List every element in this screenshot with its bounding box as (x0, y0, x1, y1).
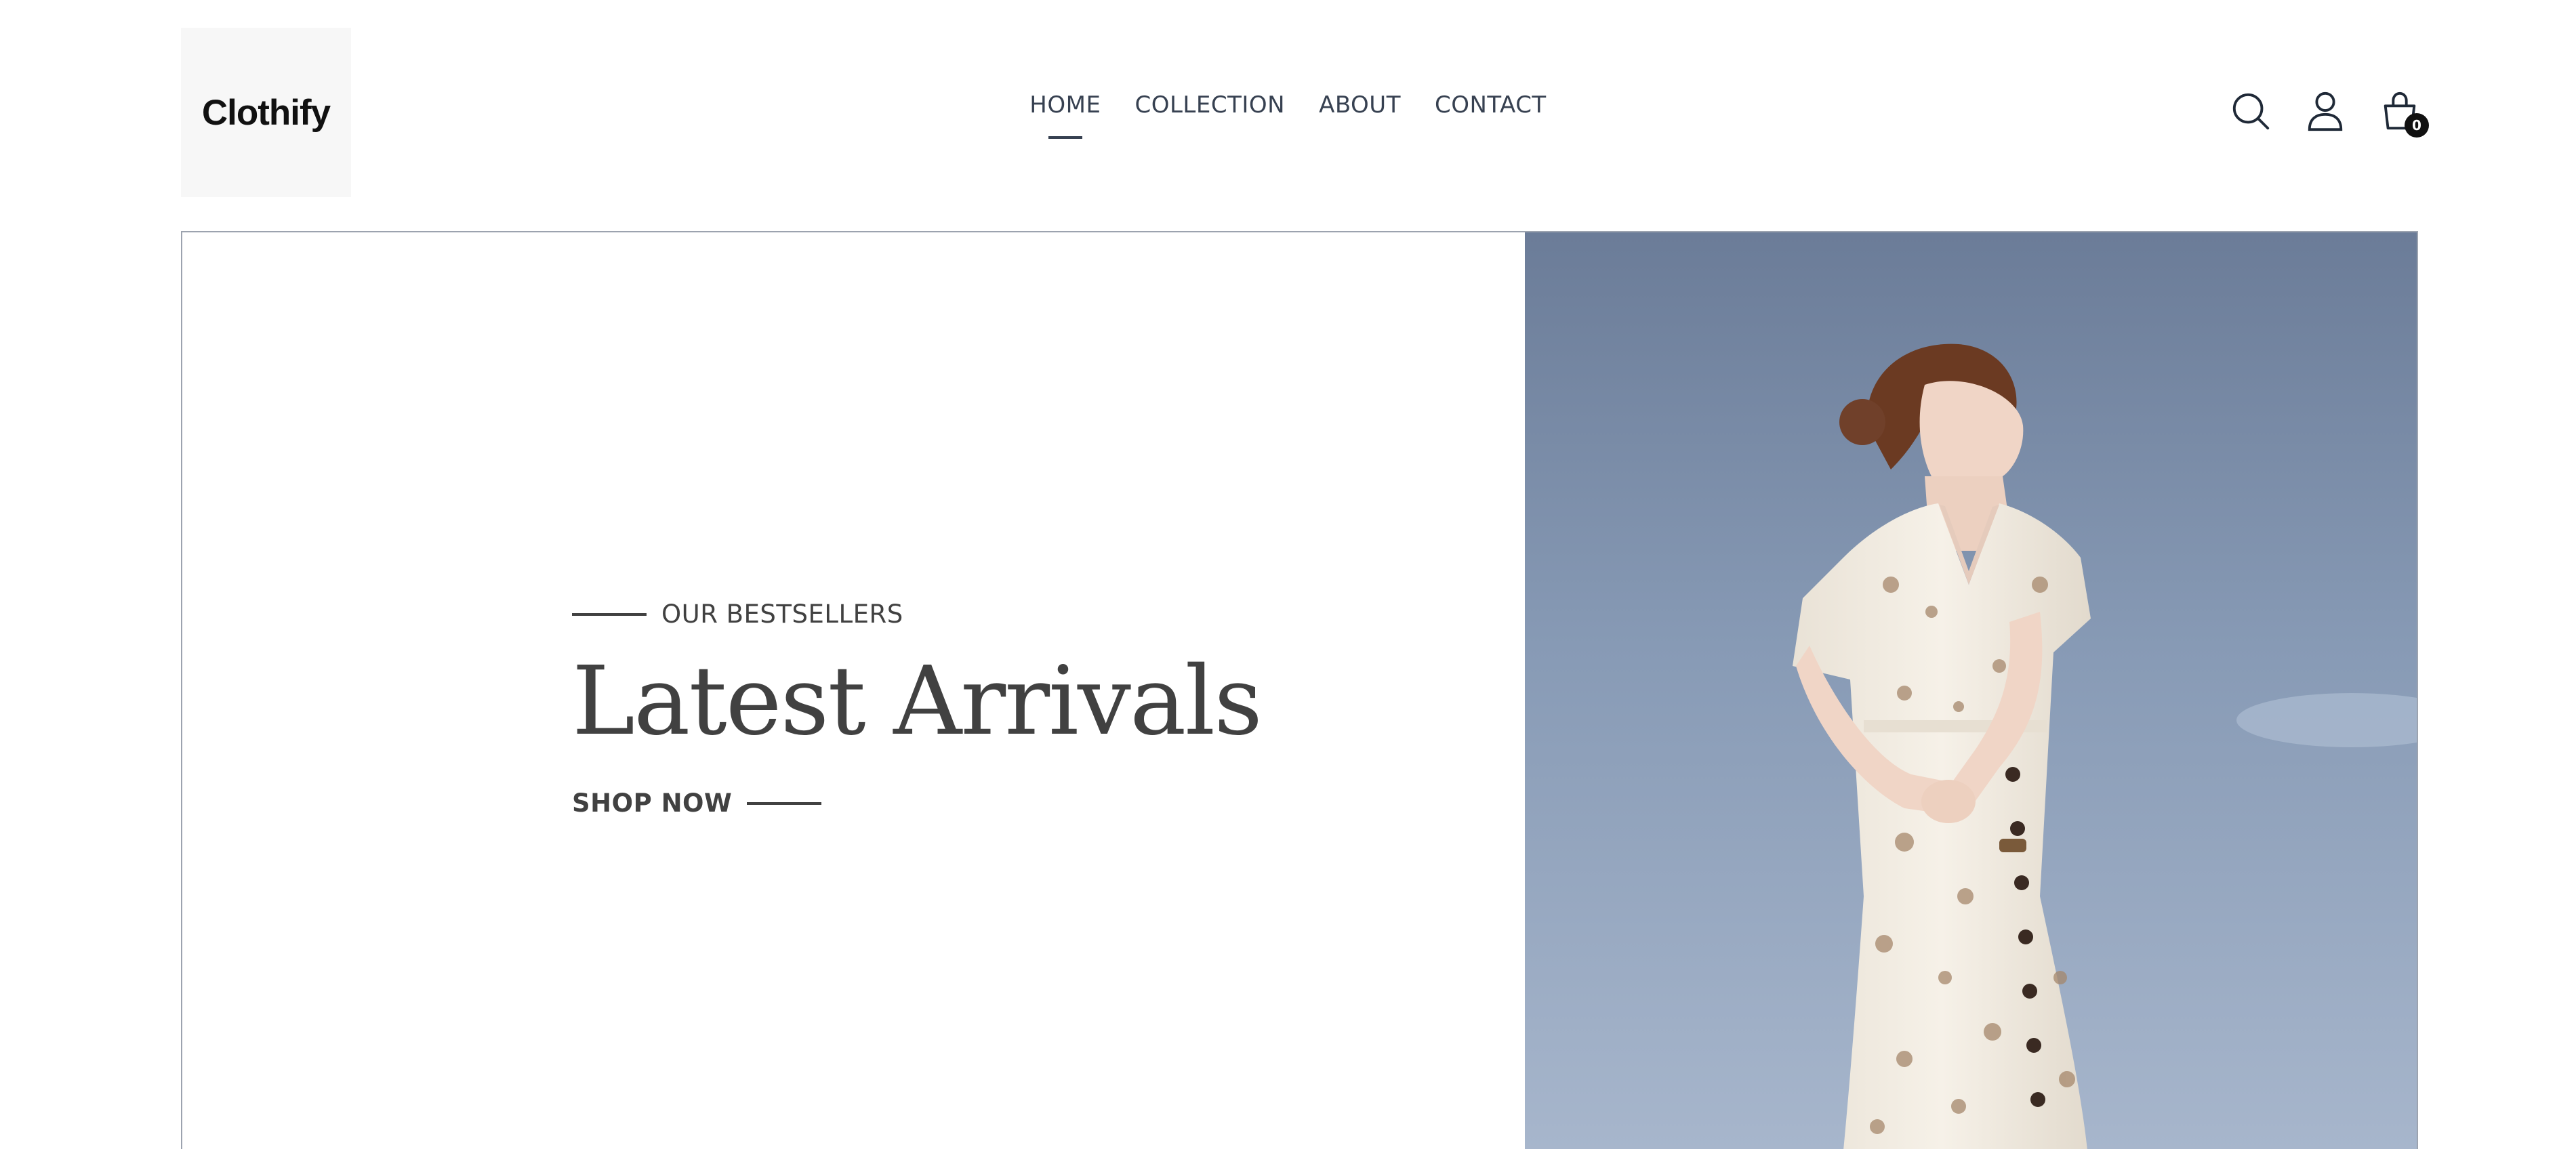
profile-button[interactable] (2303, 89, 2348, 133)
nav-link-home[interactable]: HOME (1029, 91, 1101, 119)
hero-text-panel: OUR BESTSELLERS Latest Arrivals SHOP NOW (182, 232, 1525, 1149)
nav-link-collection[interactable]: COLLECTION (1134, 91, 1285, 119)
eyebrow-text: OUR BESTSELLERS (661, 600, 903, 629)
hero-image (1525, 232, 2417, 1149)
main-nav: HOME COLLECTION ABOUT CONTACT (0, 91, 2576, 139)
header-icons: 0 (2228, 89, 2429, 138)
nav-item-home[interactable]: HOME (1029, 91, 1101, 139)
nav-link-about[interactable]: ABOUT (1319, 91, 1401, 119)
cart-count-badge: 0 (2405, 113, 2429, 138)
cta-rule (747, 801, 822, 805)
eyebrow-rule (572, 612, 647, 616)
hero-content: OUR BESTSELLERS Latest Arrivals SHOP NOW (572, 600, 1263, 818)
search-button[interactable] (2228, 89, 2273, 133)
hero-title: Latest Arrivals (572, 646, 1263, 757)
nav-item-collection[interactable]: COLLECTION (1134, 91, 1285, 119)
cart-button[interactable]: 0 (2377, 89, 2429, 138)
model-photo-illustration (1525, 232, 2417, 1149)
search-icon (2232, 93, 2270, 130)
active-nav-indicator (1048, 136, 1082, 139)
nav-item-about[interactable]: ABOUT (1319, 91, 1401, 119)
hero-banner: OUR BESTSELLERS Latest Arrivals SHOP NOW (181, 231, 2418, 1149)
hero-eyebrow: OUR BESTSELLERS (572, 600, 1261, 629)
shop-now-label[interactable]: SHOP NOW (572, 789, 732, 818)
nav-link-contact[interactable]: CONTACT (1435, 91, 1547, 119)
user-icon (2308, 91, 2343, 131)
nav-item-contact[interactable]: CONTACT (1435, 91, 1547, 119)
shop-now-button[interactable]: SHOP NOW (572, 789, 1261, 818)
